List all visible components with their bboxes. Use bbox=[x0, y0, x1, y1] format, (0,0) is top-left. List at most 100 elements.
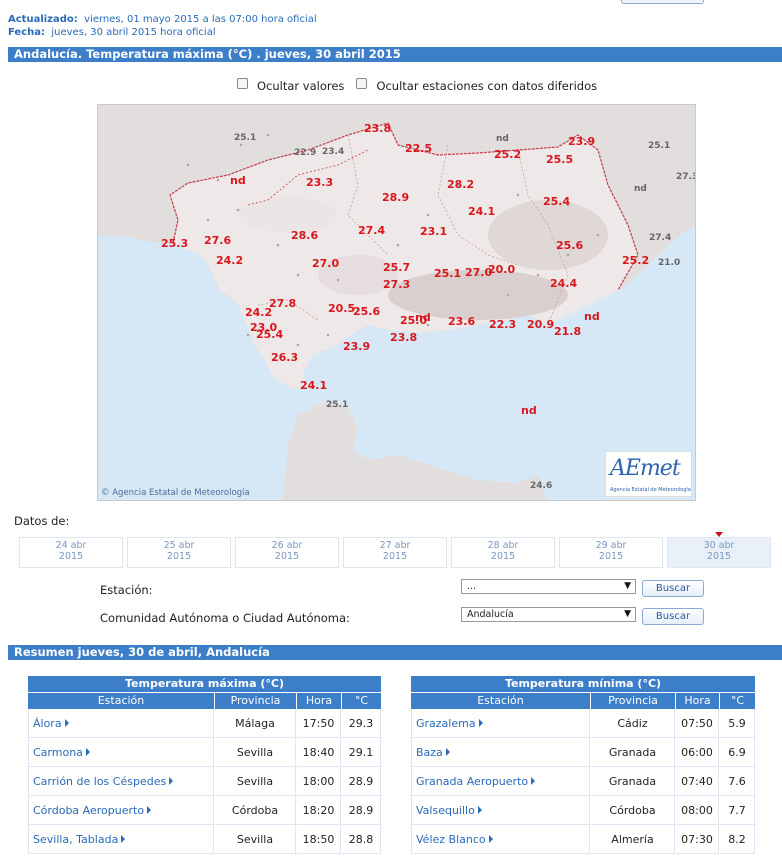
map-value: 25.2 bbox=[494, 148, 522, 161]
station-link[interactable]: Sevilla, Tablada bbox=[28, 825, 214, 854]
temp-cell: 6.9 bbox=[720, 738, 755, 767]
station-select[interactable]: ... ▼ bbox=[461, 579, 636, 594]
time-cell: 18:50 bbox=[297, 825, 341, 854]
arrow-right-icon bbox=[85, 747, 90, 756]
col-time: Hora bbox=[676, 692, 719, 709]
temp-cell: 28.9 bbox=[342, 796, 381, 825]
table-row: Grazalema Cádiz 07:50 5.9 bbox=[411, 709, 755, 738]
top-button[interactable] bbox=[621, 0, 704, 4]
map-value: 23.8 bbox=[390, 331, 418, 344]
map-value: 24.2 bbox=[216, 254, 244, 267]
map-value: 24.2 bbox=[245, 306, 273, 319]
min-temp-table: Temperatura mínima (°C) Estación Provinc… bbox=[410, 676, 756, 854]
map-value: 26.3 bbox=[271, 351, 299, 364]
ccaa-select[interactable]: Andalucía ▼ bbox=[461, 607, 636, 622]
map-value: 27.0 bbox=[312, 257, 340, 270]
station-link[interactable]: Vélez Blanco bbox=[411, 825, 590, 854]
arrow-right-icon bbox=[477, 805, 482, 814]
map-value: 20.0 bbox=[488, 263, 516, 276]
station-link[interactable]: Baza bbox=[411, 738, 590, 767]
map-value: 24.6 bbox=[530, 481, 553, 491]
selected-marker-icon bbox=[715, 532, 723, 537]
time-cell: 07:30 bbox=[676, 825, 719, 854]
table-row: Carrión de los Céspedes Sevilla 18:00 28.9 bbox=[28, 767, 381, 796]
time-cell: 18:40 bbox=[297, 738, 341, 767]
province-cell: Málaga bbox=[215, 709, 296, 738]
ccaa-search-button[interactable]: Buscar bbox=[642, 608, 704, 625]
map-title-bar: Andalucía. Temperatura máxima (°C) . jue… bbox=[8, 47, 782, 62]
station-link[interactable]: Carmona bbox=[28, 738, 214, 767]
updated-value: viernes, 01 mayo 2015 a las 07:00 hora o… bbox=[84, 14, 317, 25]
date-tab[interactable]: 24 abr 2015 bbox=[19, 537, 123, 568]
min-table-title: Temperatura mínima (°C) bbox=[411, 676, 755, 692]
date-tab[interactable]: 29 abr 2015 bbox=[559, 537, 663, 568]
date-tabs: 24 abr 2015 25 abr 2015 26 abr 2015 27 abr 2… bbox=[19, 532, 775, 568]
arrow-right-icon bbox=[121, 834, 126, 843]
map-value: 27.6 bbox=[204, 234, 232, 247]
station-link[interactable]: Grazalema bbox=[411, 709, 590, 738]
map-value: nd bbox=[496, 134, 509, 144]
map-value: 25.1 bbox=[648, 141, 671, 151]
station-link[interactable]: Valsequillo bbox=[411, 796, 590, 825]
hide-deferred-checkbox[interactable] bbox=[356, 77, 368, 89]
map-value: 20.5 bbox=[328, 302, 356, 315]
map-value: nd bbox=[521, 404, 537, 417]
arrow-right-icon bbox=[147, 805, 152, 814]
map-value: 23.8 bbox=[364, 122, 392, 135]
summary-bar: Resumen jueves, 30 de abril, Andalucía bbox=[8, 645, 782, 660]
map-value: 27.8 bbox=[269, 297, 297, 310]
station-search-button[interactable]: Buscar bbox=[642, 580, 704, 597]
map-value: 25.7 bbox=[383, 261, 411, 274]
date-tab[interactable]: 25 abr 2015 bbox=[127, 537, 231, 568]
time-cell: 17:50 bbox=[297, 709, 341, 738]
col-time: Hora bbox=[297, 692, 341, 709]
station-link[interactable]: Álora bbox=[28, 709, 214, 738]
temp-cell: 7.6 bbox=[720, 767, 755, 796]
map-value: 23.9 bbox=[343, 340, 371, 353]
arrow-right-icon bbox=[531, 776, 536, 785]
col-temp: °C bbox=[720, 692, 755, 709]
temp-cell: 29.3 bbox=[342, 709, 381, 738]
map-value: 25.4 bbox=[256, 328, 284, 341]
date-tab[interactable]: 26 abr 2015 bbox=[235, 537, 339, 568]
map-value: 24.4 bbox=[550, 277, 578, 290]
map-value: 25.3 bbox=[161, 237, 189, 250]
date-tab[interactable]: 28 abr 2015 bbox=[451, 537, 555, 568]
date-tab-selected[interactable]: 30 abr 2015 bbox=[667, 532, 771, 568]
station-link[interactable]: Granada Aeropuerto bbox=[411, 767, 590, 796]
col-station: Estación bbox=[28, 692, 214, 709]
temp-cell: 28.9 bbox=[342, 767, 381, 796]
map-value: 27.4 bbox=[649, 233, 672, 243]
logo-text: AEmet bbox=[610, 456, 681, 481]
map-value: 24.1 bbox=[300, 379, 328, 392]
map-background bbox=[98, 105, 695, 500]
date-label: Fecha: bbox=[8, 27, 46, 38]
map-value: nd bbox=[634, 184, 647, 194]
arrow-right-icon bbox=[445, 747, 450, 756]
table-row: Córdoba Aeropuerto Córdoba 18:20 28.9 bbox=[28, 796, 381, 825]
province-cell: Cádiz bbox=[591, 709, 675, 738]
temp-cell: 5.9 bbox=[720, 709, 755, 738]
map-value: 23.9 bbox=[568, 135, 596, 148]
province-cell: Sevilla bbox=[215, 738, 296, 767]
station-link[interactable]: Córdoba Aeropuerto bbox=[28, 796, 214, 825]
hide-deferred-label[interactable]: Ocultar estaciones con datos diferidos bbox=[376, 79, 597, 93]
map-value: 28.9 bbox=[382, 191, 410, 204]
time-cell: 07:40 bbox=[676, 767, 719, 796]
map-value: 23.6 bbox=[448, 315, 476, 328]
map-value: 28.2 bbox=[447, 178, 475, 191]
date-value: jueves, 30 abril 2015 hora oficial bbox=[51, 27, 216, 38]
max-temp-table: Temperatura máxima (°C) Estación Provinc… bbox=[27, 676, 382, 854]
temperature-map[interactable]: 23.8 22.5 nd 23.9 25.2 25.5 25.1 22.9 23… bbox=[97, 104, 696, 501]
col-station: Estación bbox=[411, 692, 590, 709]
map-value: nd bbox=[230, 174, 246, 187]
temp-cell: 29.1 bbox=[342, 738, 381, 767]
map-value: 23.4 bbox=[322, 147, 345, 157]
logo-subtitle: Agencia Estatal de Meteorología bbox=[610, 487, 691, 493]
hide-values-checkbox[interactable] bbox=[237, 77, 248, 89]
map-copyright: © Agencia Estatal de Meteorología bbox=[101, 488, 250, 498]
hide-values-label[interactable]: Ocultar valores bbox=[257, 79, 344, 93]
date-tab[interactable]: 27 abr 2015 bbox=[343, 537, 447, 568]
temp-cell: 7.7 bbox=[720, 796, 755, 825]
station-link[interactable]: Carrión de los Céspedes bbox=[28, 767, 214, 796]
